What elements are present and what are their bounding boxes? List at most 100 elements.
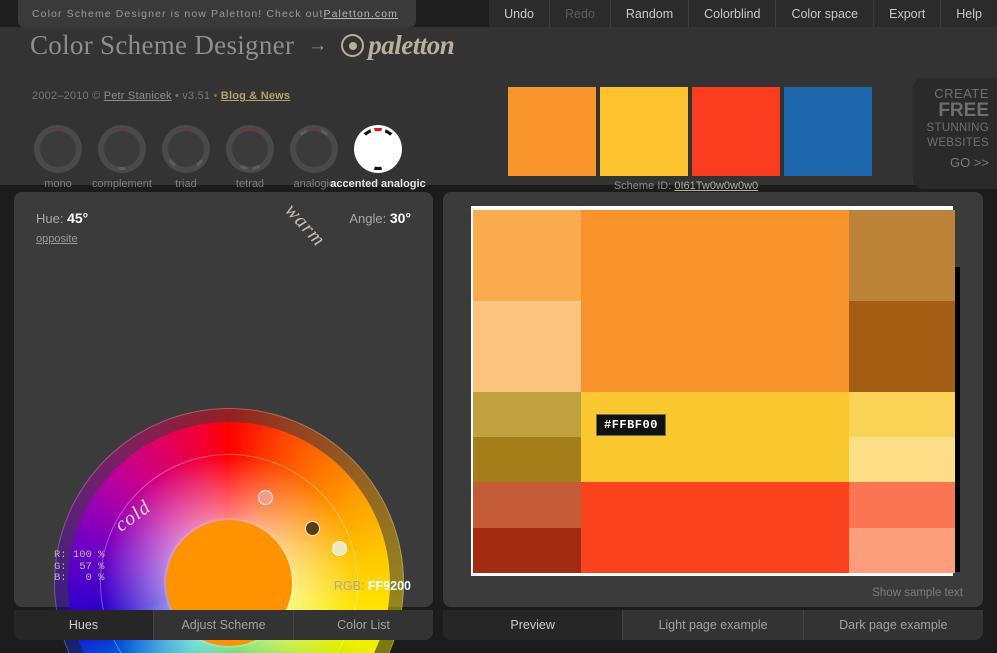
- marker-brown[interactable]: [305, 521, 320, 536]
- tab-preview[interactable]: Preview: [443, 610, 623, 640]
- preset-label-accented-analogic: accented analogic: [330, 178, 426, 190]
- ad-banner[interactable]: CREATE FREE STUNNING WEBSITES GO >>: [913, 78, 997, 189]
- main-menu: Undo Redo Random Colorblind Color space …: [489, 0, 997, 27]
- credits: 2002–2010 © Petr Stanicek • v3.51 • Blog…: [32, 90, 290, 102]
- preview-cell[interactable]: [849, 527, 955, 573]
- color-wheel-panel: Hue: 45° opposite Angle: 30° warm cold R…: [14, 192, 433, 653]
- rgb-hex-readout: RGB: FF9200: [334, 579, 411, 593]
- scheme-swatch-1[interactable]: [508, 87, 596, 176]
- hue-value: 45°: [67, 210, 89, 226]
- preview-cell[interactable]: [581, 255, 849, 301]
- preview-cell[interactable]: [849, 210, 955, 256]
- preview-panel: #FFBF00 Show sample text: [443, 192, 983, 607]
- preset-triad[interactable]: triad: [162, 125, 210, 190]
- preview-cell[interactable]: [849, 346, 955, 392]
- blog-news-link[interactable]: Blog & News: [221, 90, 290, 102]
- scheme-swatch-3[interactable]: [692, 87, 780, 176]
- preview-cell[interactable]: [849, 391, 955, 437]
- preview-cell[interactable]: [581, 210, 849, 256]
- preset-tetrad[interactable]: tetrad: [226, 125, 274, 190]
- right-tab-bar: Preview Light page example Dark page exa…: [443, 610, 983, 640]
- ad-go-link[interactable]: GO >>: [921, 155, 989, 170]
- paletton-logo[interactable]: paletton: [341, 30, 455, 61]
- preview-cell[interactable]: [849, 255, 955, 301]
- rgb-value: FF9200: [367, 579, 411, 593]
- ad-line-1: CREATE: [934, 86, 989, 101]
- rgb-percent-readout: R: 100 % G: 57 % B: 0 %: [54, 549, 105, 584]
- angle-label: Angle:: [349, 211, 390, 226]
- preview-cell[interactable]: [849, 300, 955, 347]
- preview-cell[interactable]: [581, 482, 849, 528]
- preview-cell[interactable]: [581, 300, 849, 347]
- preview-cell[interactable]: [581, 527, 849, 573]
- preset-label-complement: complement: [92, 178, 152, 190]
- paletton-mark-icon: [341, 34, 365, 57]
- tab-color-list[interactable]: Color List: [293, 610, 433, 640]
- menu-item-undo[interactable]: Undo: [489, 0, 549, 27]
- paletton-link[interactable]: Paletton.com: [324, 8, 398, 20]
- scheme-swatch-4[interactable]: [784, 87, 872, 176]
- preview-cell[interactable]: [473, 300, 581, 347]
- preset-label-tetrad: tetrad: [235, 178, 265, 190]
- preset-mono[interactable]: mono: [34, 125, 82, 190]
- credit-years: 2002–2010 ©: [32, 90, 104, 102]
- header: Color Scheme Designer → paletton 2002–20…: [0, 27, 997, 192]
- preview-cell[interactable]: [473, 436, 581, 483]
- preview-cell[interactable]: [473, 391, 581, 437]
- scheme-swatch-2[interactable]: [600, 87, 688, 176]
- arrow-right-icon: →: [308, 34, 328, 56]
- menu-item-color-space[interactable]: Color space: [775, 0, 873, 27]
- author-link[interactable]: Petr Stanicek: [104, 90, 172, 102]
- preset-label-mono: mono: [44, 178, 72, 190]
- credit-sep-1: •: [171, 90, 183, 102]
- preview-cell[interactable]: [849, 436, 955, 483]
- rgb-label: RGB:: [333, 579, 368, 593]
- analogic-wheel-icon: [290, 125, 338, 173]
- warm-label: warm: [280, 199, 330, 251]
- menu-item-colorblind[interactable]: Colorblind: [688, 0, 775, 27]
- show-sample-text-link[interactable]: Show sample text: [872, 587, 963, 599]
- ad-line-2: FREE: [938, 100, 989, 121]
- preset-label-triad: triad: [175, 178, 197, 190]
- credit-version: v3.51: [182, 90, 211, 102]
- preview-cell[interactable]: [473, 255, 581, 301]
- tab-hues[interactable]: Hues: [14, 610, 153, 640]
- preset-label-analogic: analogic: [293, 178, 335, 190]
- preset-complement[interactable]: complement: [92, 125, 152, 190]
- scheme-id-value[interactable]: 0I61Tw0w0w0w0: [674, 180, 758, 192]
- menu-item-random[interactable]: Random: [609, 0, 688, 27]
- menu-item-export[interactable]: Export: [873, 0, 940, 27]
- accented-analogic-wheel-icon: [354, 125, 402, 173]
- preview-cell[interactable]: [581, 436, 849, 483]
- top-bar: Color Scheme Designer is now Paletton! C…: [0, 0, 997, 27]
- ad-line-4: WEBSITES: [927, 137, 989, 149]
- hue-label: Hue:: [36, 211, 68, 226]
- marker-red[interactable]: [258, 490, 273, 505]
- preview-cell[interactable]: [473, 527, 581, 573]
- preview-cell[interactable]: [473, 210, 581, 256]
- preview-cell[interactable]: [581, 346, 849, 392]
- tab-light-page-example[interactable]: Light page example: [622, 610, 803, 640]
- menu-item-help[interactable]: Help: [940, 0, 997, 27]
- preset-accented-analogic[interactable]: accented analogic: [330, 125, 426, 190]
- preview-cell[interactable]: [849, 482, 955, 528]
- tetrad-wheel-icon: [226, 125, 274, 173]
- left-tab-bar: Hues Adjust Scheme Color List: [14, 610, 433, 640]
- preset-list: mono complement triad tetrad analogic ac…: [34, 125, 426, 190]
- opposite-link[interactable]: opposite: [36, 233, 78, 245]
- mono-wheel-icon: [34, 125, 82, 173]
- angle-readout: Angle: 30°: [349, 210, 411, 226]
- hue-readout: Hue: 45°: [36, 210, 88, 226]
- paletton-wordmark: paletton: [368, 30, 455, 60]
- tab-adjust-scheme[interactable]: Adjust Scheme: [153, 610, 293, 640]
- preview-cell[interactable]: [473, 482, 581, 528]
- preview-grid[interactable]: [473, 210, 955, 573]
- tab-dark-page-example[interactable]: Dark page example: [802, 610, 983, 640]
- promo-text: Color Scheme Designer is now Paletton! C…: [32, 7, 324, 20]
- preview-cell[interactable]: [473, 346, 581, 392]
- ad-line-3: STUNNING: [926, 122, 989, 134]
- angle-value: 30°: [389, 210, 411, 226]
- marker-yellow[interactable]: [332, 541, 347, 556]
- logo-row: Color Scheme Designer → paletton: [30, 30, 455, 61]
- menu-item-redo: Redo: [549, 0, 610, 27]
